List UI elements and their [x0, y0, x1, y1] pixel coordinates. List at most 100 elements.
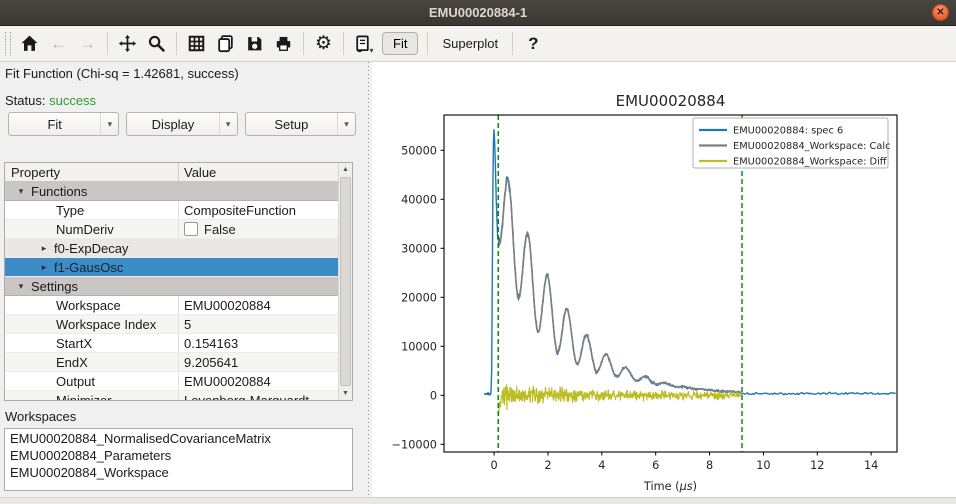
button-label: Setup — [246, 113, 337, 135]
save-icon — [245, 34, 264, 53]
property-value[interactable]: CompositeFunction — [178, 201, 339, 219]
y-tick-label: 40000 — [401, 193, 437, 206]
plot-panel[interactable]: EMU0002088402468101214−10000010000200003… — [372, 62, 956, 497]
workspace-list-item[interactable]: EMU00020884_Parameters — [5, 447, 352, 464]
zoom-button[interactable] — [142, 30, 171, 58]
generate-script-button[interactable]: ▾ — [349, 30, 378, 58]
property-row-startx[interactable]: StartX0.154163 — [5, 334, 339, 353]
scroll-down-icon[interactable]: ▼ — [339, 387, 352, 400]
y-tick-label: 0 — [430, 389, 437, 402]
print-button[interactable] — [269, 30, 298, 58]
gear-icon: ⚙ — [315, 34, 332, 53]
workspace-list-item[interactable]: EMU00020884_NormalisedCovarianceMatrix — [5, 430, 352, 447]
x-axis-label: Time (µs) — [643, 480, 697, 493]
setup-dropdown-button[interactable]: Setup▾ — [245, 112, 356, 136]
numderiv-checkbox[interactable] — [184, 222, 198, 236]
property-value[interactable]: False — [178, 220, 339, 238]
expand-icon[interactable]: ▸ — [37, 243, 51, 254]
home-button[interactable] — [15, 30, 44, 58]
toolbar-separator — [427, 32, 428, 55]
toolbar-separator — [107, 32, 108, 55]
property-value[interactable]: Levenberg-Marquardt — [178, 391, 339, 400]
display-dropdown-button[interactable]: Display▾ — [126, 112, 237, 136]
scrollbar-thumb[interactable] — [340, 177, 351, 386]
property-table: Property Value ▾FunctionsTypeCompositeFu… — [4, 162, 353, 401]
function-row-f0-expdecay[interactable]: ▸f0-ExpDecay — [5, 239, 339, 258]
property-table-header: Property Value — [5, 163, 339, 182]
property-value[interactable]: 5 — [178, 315, 339, 333]
property-row-numderiv[interactable]: NumDerivFalse — [5, 220, 339, 239]
collapse-icon[interactable]: ▾ — [14, 186, 28, 197]
print-icon — [274, 34, 293, 53]
help-button[interactable]: ? — [518, 34, 548, 54]
window-titlebar: EMU00020884-1 ✕ — [0, 0, 956, 26]
back-button[interactable]: ← — [44, 30, 73, 58]
close-button[interactable]: ✕ — [932, 4, 949, 21]
chart-svg[interactable]: EMU0002088402468101214−10000010000200003… — [372, 62, 956, 497]
workspaces-list: EMU00020884_NormalisedCovarianceMatrixEM… — [4, 428, 353, 491]
copy-icon — [216, 34, 235, 53]
fit-panel-header: Fit Function (Chi-sq = 1.42681, success) — [5, 66, 239, 81]
workspace-list-item[interactable]: EMU00020884_Workspace — [5, 464, 352, 481]
button-label: Fit — [9, 113, 100, 135]
property-row-workspace[interactable]: WorkspaceEMU00020884 — [5, 296, 339, 315]
toolbar-separator — [343, 32, 344, 55]
property-table-body: Property Value ▾FunctionsTypeCompositeFu… — [5, 163, 339, 400]
button-label: Display — [127, 113, 218, 135]
property-row-endx[interactable]: EndX9.205641 — [5, 353, 339, 372]
customize-button[interactable]: ⚙ — [309, 30, 338, 58]
window-bottom-strip — [0, 497, 956, 504]
fit-dropdown-button[interactable]: Fit▾ — [8, 112, 119, 136]
plot-toolbar: ← → — [0, 26, 956, 62]
toolbar-grip[interactable] — [5, 32, 11, 56]
property-value[interactable]: 0.154163 — [178, 334, 339, 352]
property-value[interactable]: EMU00020884 — [178, 372, 339, 390]
column-header-property: Property — [5, 163, 178, 181]
y-tick-label: 20000 — [401, 291, 437, 304]
collapse-icon[interactable]: ▾ — [14, 281, 28, 292]
property-name: Type — [5, 201, 178, 219]
legend-label: EMU00020884_Workspace: Diff — [733, 157, 887, 168]
chevron-down-icon: ▾ — [100, 113, 118, 135]
property-name: Output — [5, 372, 178, 390]
checkbox-label: False — [204, 222, 236, 237]
x-tick-label: 14 — [864, 459, 878, 472]
scroll-up-icon[interactable]: ▲ — [339, 163, 352, 176]
x-tick-label: 4 — [598, 459, 605, 472]
property-row-minimizer[interactable]: MinimizerLevenberg-Marquardt — [5, 391, 339, 400]
property-name: StartX — [5, 334, 178, 352]
back-arrow-icon: ← — [50, 34, 67, 53]
toolbar-separator — [512, 32, 513, 55]
pan-icon — [118, 34, 137, 53]
subplots-button[interactable] — [182, 30, 211, 58]
zoom-icon — [147, 34, 166, 53]
chevron-down-icon: ▾ — [219, 113, 237, 135]
group-row-functions[interactable]: ▾Functions — [5, 182, 339, 201]
panel-splitter[interactable] — [366, 62, 371, 497]
x-tick-label: 6 — [652, 459, 659, 472]
pan-button[interactable] — [113, 30, 142, 58]
chevron-down-icon: ▾ — [337, 113, 355, 135]
fit-toolbar-button[interactable]: Fit — [382, 32, 418, 55]
property-name: Minimizer — [5, 391, 178, 400]
application-window: EMU00020884-1 ✕ ← → — [0, 0, 956, 504]
superplot-button[interactable]: Superplot — [433, 33, 507, 54]
group-row-settings[interactable]: ▾Settings — [5, 277, 339, 296]
function-row-f1-gausosc[interactable]: ▸f1-GausOsc — [5, 258, 339, 277]
property-row-type[interactable]: TypeCompositeFunction — [5, 201, 339, 220]
y-tick-label: −10000 — [392, 438, 437, 451]
close-icon: ✕ — [936, 7, 944, 18]
property-value[interactable]: 9.205641 — [178, 353, 339, 371]
copy-button[interactable] — [211, 30, 240, 58]
toolbar-separator — [176, 32, 177, 55]
expand-icon[interactable]: ▸ — [37, 262, 51, 273]
property-row-output[interactable]: OutputEMU00020884 — [5, 372, 339, 391]
property-name: Workspace — [5, 296, 178, 314]
property-value[interactable]: EMU00020884 — [178, 296, 339, 314]
property-row-workspace-index[interactable]: Workspace Index5 — [5, 315, 339, 334]
forward-button[interactable]: → — [73, 30, 102, 58]
save-button[interactable] — [240, 30, 269, 58]
table-scrollbar[interactable]: ▲ ▼ — [338, 163, 352, 400]
chart-title: EMU00020884 — [616, 92, 726, 110]
property-name: EndX — [5, 353, 178, 371]
